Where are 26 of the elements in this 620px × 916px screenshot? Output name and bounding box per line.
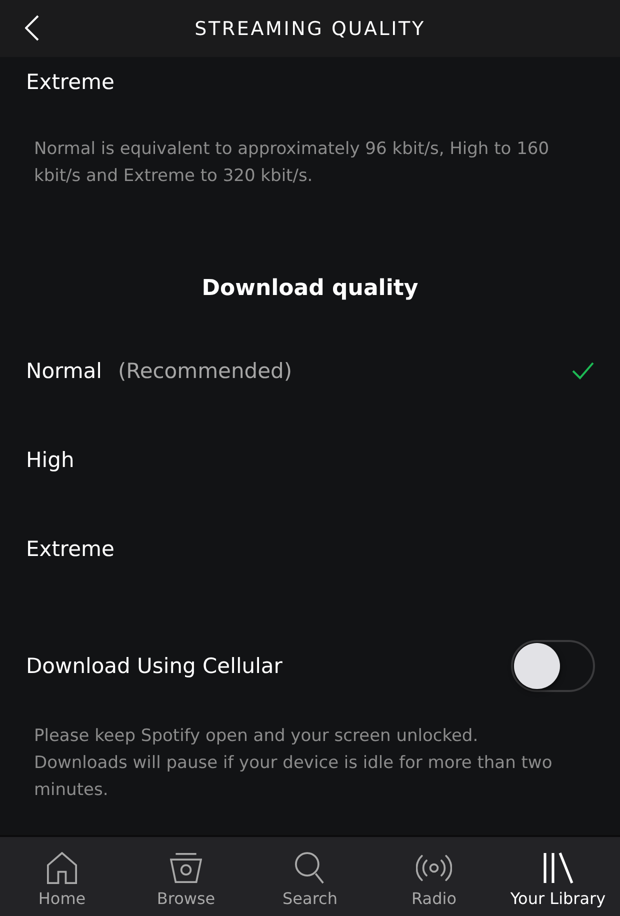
quality-option[interactable]: Extreme: [0, 57, 620, 107]
option-label: Normal: [26, 358, 102, 382]
quality-option[interactable]: Normal (Recommended): [0, 326, 620, 415]
option-label: Extreme: [26, 70, 114, 94]
library-icon: [542, 852, 574, 884]
quality-option[interactable]: High: [0, 415, 620, 504]
section-title: Download quality: [202, 275, 418, 303]
option-hint: (Recommended): [118, 358, 292, 382]
tab-button[interactable]: Home: [0, 837, 124, 916]
tab-button[interactable]: Browse: [124, 837, 248, 916]
basket-icon: [170, 853, 202, 883]
radio-icon: [416, 854, 452, 882]
download-note: Please keep Spotify open and your screen unlocked. Downloads will pause if your device is idle for more than two minutes.: [34, 725, 554, 802]
streaming-note: Normal is equivalent to approximately 96 kbit/s, High to 160 kbit/s and Extreme to 320 kbit/s.: [34, 138, 550, 188]
back-icon: [25, 15, 39, 41]
tab-button[interactable]: Your Library: [496, 837, 620, 916]
setting-label: Download Using Cellular: [26, 654, 282, 678]
home-icon: [47, 852, 77, 884]
tab-button[interactable]: Radio: [372, 837, 496, 916]
screen-title: STREAMING QUALITY: [194, 18, 426, 40]
option-label: Extreme: [26, 536, 114, 560]
cellular-toggle[interactable]: [511, 640, 595, 692]
tab-button[interactable]: Search: [248, 837, 372, 916]
search-icon: [295, 852, 325, 884]
option-label: High: [26, 448, 74, 472]
quality-option[interactable]: Extreme: [0, 504, 620, 593]
